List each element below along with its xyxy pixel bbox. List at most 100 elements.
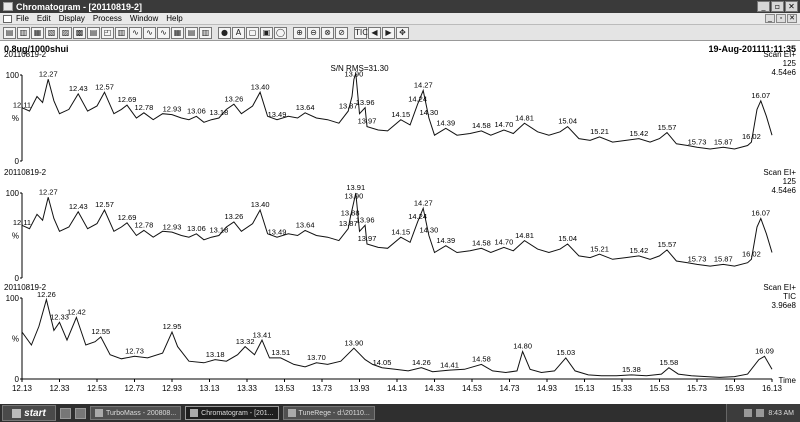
toolbar-button-28[interactable]: ✥ — [396, 26, 409, 39]
start-button[interactable]: start — [2, 405, 56, 421]
peak-label: 15.57 — [658, 240, 677, 249]
menu-process[interactable]: Process — [93, 14, 122, 23]
task-turbomass[interactable]: TurboMass - 200808... — [90, 406, 182, 420]
peak-label: 16.07 — [751, 91, 770, 100]
y-tick-label: 100 — [6, 189, 20, 198]
toolbar-button-7[interactable]: ▤ — [87, 26, 100, 39]
chromatogram-chart[interactable]: 20110819-2 Scan EI+1254.54e6S/N RMS=31.30… — [0, 41, 800, 401]
turbomass-icon — [95, 409, 103, 417]
peak-label: 14.70 — [494, 120, 513, 129]
menu-help[interactable]: Help — [166, 14, 182, 23]
peak-label: 12.78 — [134, 221, 153, 230]
toolbar-button-22[interactable]: ⊖ — [307, 26, 320, 39]
toolbar-button-17[interactable]: A — [232, 26, 245, 39]
toolbar-button-26[interactable]: ◀ — [368, 26, 381, 39]
menu-edit[interactable]: Edit — [37, 14, 51, 23]
peak-label: 15.04 — [558, 234, 577, 243]
peak-label: 13.90 — [344, 192, 363, 201]
peak-label: 14.15 — [391, 227, 410, 236]
task-tunepage[interactable]: TuneRege - d:\20110... — [282, 406, 375, 420]
maximize-button[interactable]: ▫ — [771, 1, 784, 12]
x-tick-label: 12.93 — [162, 384, 183, 393]
toolbar-button-27[interactable]: ▶ — [382, 26, 395, 39]
peak-label: 14.58 — [472, 238, 491, 247]
peak-label: 15.87 — [714, 255, 733, 264]
toolbar-button-6[interactable]: ▩ — [73, 26, 86, 39]
toolbar: ▤ ▥ ▦ ▧ ▨ ▩ ▤ ◰ ▥ ∿ ∿ ∿ ▦ ▤ ▥ ● A ▢ ▣ ◯ ⊕ ⊖ ⊗ ⊘ TIC ◀ ▶ ✥ — [0, 25, 800, 41]
toolbar-button-14[interactable]: ▤ — [185, 26, 198, 39]
peak-label: 14.26 — [412, 358, 431, 367]
toolbar-button-5[interactable]: ▨ — [59, 26, 72, 39]
y-tick-label: 100 — [6, 294, 20, 303]
toolbar-button-13[interactable]: ▦ — [171, 26, 184, 39]
task-chromatogram[interactable]: Chromatogram - [201... — [185, 406, 279, 420]
menu-file[interactable]: File — [16, 14, 29, 23]
document-icon[interactable] — [3, 14, 12, 23]
document-controls: _ ▫ ✕ — [765, 14, 797, 23]
toolbar-button-3[interactable]: ▦ — [31, 26, 44, 39]
panel-intensity: 4.54e6 — [772, 186, 797, 195]
doc-minimize-button[interactable]: _ — [765, 14, 775, 23]
panel-mass: 125 — [783, 177, 797, 186]
toolbar-button-8[interactable]: ◰ — [101, 26, 114, 39]
network-icon[interactable] — [756, 409, 765, 417]
peak-label: 13.64 — [296, 221, 315, 230]
windows-logo-icon — [12, 408, 22, 418]
toolbar-button-25[interactable]: TIC — [354, 26, 368, 39]
x-tick-label: 12.33 — [49, 384, 70, 393]
peak-label: 13.96 — [356, 215, 375, 224]
minimize-button[interactable]: _ — [757, 1, 770, 12]
peak-label: 15.03 — [556, 348, 575, 357]
peak-label: 13.26 — [224, 94, 243, 103]
peak-label: 14.24 — [408, 212, 427, 221]
x-tick-label: 12.73 — [124, 384, 145, 393]
toolbar-button-23[interactable]: ⊗ — [321, 26, 334, 39]
toolbar-button-19[interactable]: ▣ — [260, 26, 273, 39]
toolbar-button-10[interactable]: ∿ — [129, 26, 142, 39]
peak-label: 14.81 — [515, 231, 534, 240]
peak-label: 14.05 — [373, 358, 392, 367]
toolbar-button-24[interactable]: ⊘ — [335, 26, 348, 39]
toolbar-button-16[interactable]: ● — [218, 26, 231, 39]
peak-label: 14.24 — [408, 94, 427, 103]
toolbar-button-20[interactable]: ◯ — [274, 26, 287, 39]
volume-icon[interactable] — [744, 409, 753, 417]
window-title: Chromatogram - [20110819-2] — [16, 1, 143, 12]
system-tray: 8:43 AM — [726, 404, 800, 422]
quicklaunch-ie-icon[interactable] — [60, 407, 71, 419]
x-tick-label: 15.33 — [612, 384, 633, 393]
peak-label: 13.97 — [358, 234, 377, 243]
panel-file-name: 20110819-2 — [4, 168, 47, 177]
toolbar-button-21[interactable]: ⊕ — [293, 26, 306, 39]
toolbar-button-4[interactable]: ▧ — [45, 26, 58, 39]
menu-window[interactable]: Window — [130, 14, 158, 23]
peak-label: 15.42 — [629, 129, 648, 138]
x-tick-label: 16.13 — [762, 384, 783, 393]
toolbar-button-18[interactable]: ▢ — [246, 26, 259, 39]
x-tick-label: 15.73 — [687, 384, 708, 393]
quicklaunch-desktop-icon[interactable] — [75, 407, 86, 419]
close-button[interactable]: ✕ — [785, 1, 798, 12]
toolbar-button-11[interactable]: ∿ — [143, 26, 156, 39]
toolbar-button-15[interactable]: ▥ — [199, 26, 212, 39]
y-tick-label: 0 — [15, 157, 20, 166]
peak-label: 13.06 — [187, 224, 206, 233]
toolbar-button-2[interactable]: ▥ — [17, 26, 30, 39]
panel-scan-mode: Scan EI+ — [763, 168, 796, 177]
peak-label: 15.87 — [714, 137, 733, 146]
peak-label: 13.26 — [224, 212, 243, 221]
menu-display[interactable]: Display — [59, 14, 85, 23]
x-tick-label: 14.53 — [462, 384, 483, 393]
y-tick-label: 0 — [15, 274, 20, 283]
peak-label: 14.58 — [472, 121, 491, 130]
toolbar-button-12[interactable]: ∿ — [157, 26, 170, 39]
peak-label: 14.81 — [515, 113, 534, 122]
toolbar-button-9[interactable]: ▥ — [115, 26, 128, 39]
chromatogram-icon — [190, 409, 199, 417]
peak-label: 13.49 — [268, 227, 287, 236]
doc-close-button[interactable]: ✕ — [787, 14, 797, 23]
peak-label: 13.40 — [251, 200, 270, 209]
doc-restore-button[interactable]: ▫ — [776, 14, 786, 23]
x-tick-label: 13.93 — [349, 384, 370, 393]
toolbar-button-1[interactable]: ▤ — [3, 26, 16, 39]
